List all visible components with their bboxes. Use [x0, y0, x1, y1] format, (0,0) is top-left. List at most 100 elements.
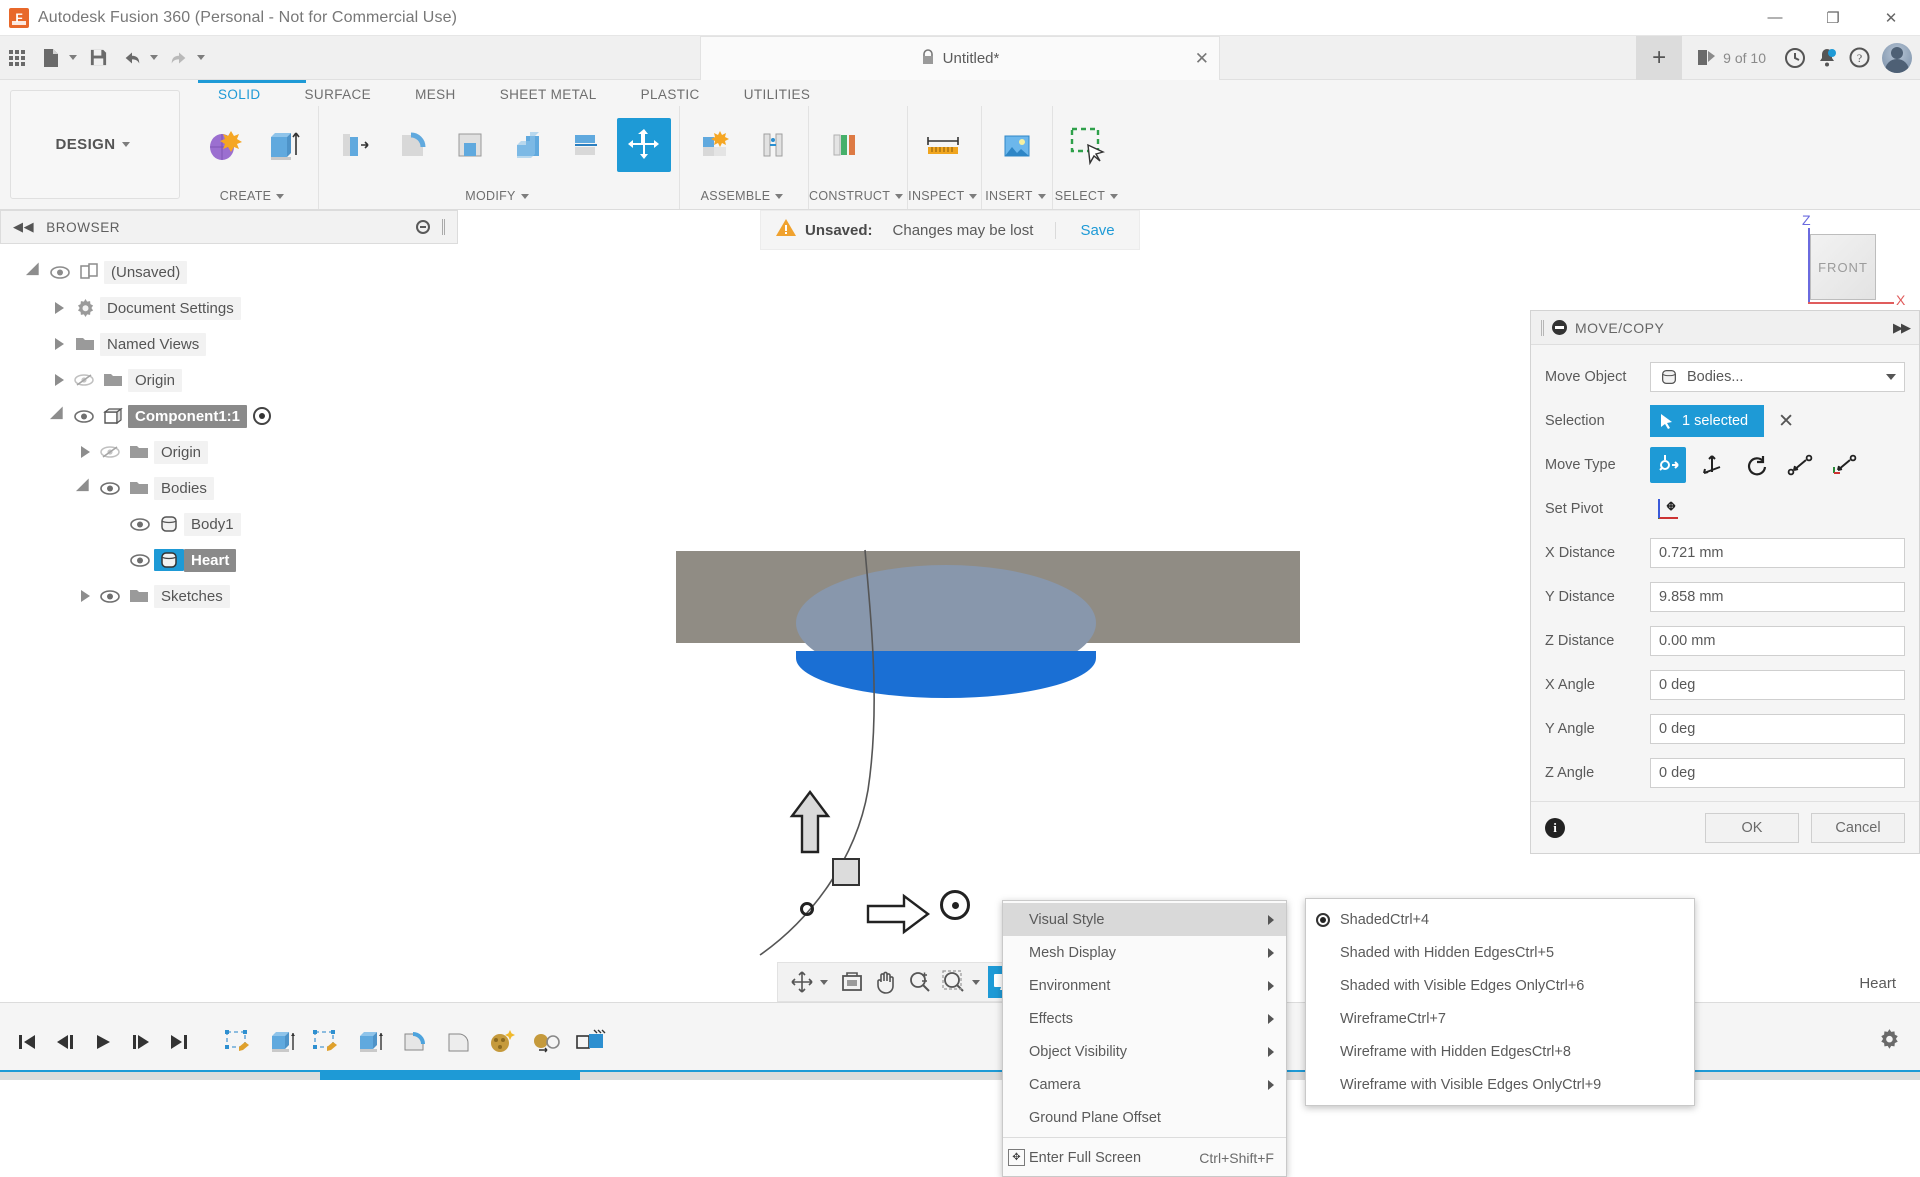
new-document-icon[interactable] — [34, 41, 68, 75]
insert-image-icon[interactable] — [990, 118, 1044, 172]
minimize-window-button[interactable]: — — [1746, 0, 1804, 36]
jobs-status[interactable]: 9 of 10 — [1684, 48, 1778, 68]
gizmo-origin[interactable] — [940, 890, 970, 920]
timeline-item-sketch[interactable] — [219, 1023, 257, 1061]
new-component-icon[interactable] — [688, 118, 742, 172]
draft-icon[interactable] — [501, 118, 555, 172]
chevron-down-icon[interactable] — [1886, 374, 1896, 380]
go-to-beginning-icon[interactable] — [8, 1023, 46, 1061]
visibility-hidden-icon[interactable] — [70, 373, 98, 387]
visual-style-wireframe[interactable]: Wireframe Ctrl+7 — [1306, 1002, 1694, 1035]
press-pull-icon[interactable] — [327, 118, 381, 172]
timeline-item-sketch-2[interactable] — [307, 1023, 345, 1061]
maximize-window-button[interactable]: ❐ — [1804, 0, 1862, 36]
timeline-item-extrude[interactable] — [263, 1023, 301, 1061]
measure-icon[interactable] — [916, 118, 970, 172]
tree-node-bodies[interactable]: Bodies — [0, 470, 458, 506]
visual-style-shaded[interactable]: Shaded Ctrl+4 — [1306, 903, 1694, 936]
move-type-free-move-button[interactable] — [1650, 447, 1686, 483]
set-pivot-icon[interactable] — [1650, 491, 1686, 527]
context-item-ground-plane-offset[interactable]: Ground Plane Offset — [1003, 1101, 1286, 1134]
look-at-icon[interactable] — [836, 966, 868, 998]
context-item-enter-full-screen[interactable]: ✥ Enter Full Screen Ctrl+Shift+F — [1003, 1141, 1286, 1174]
move-arrow-up-handle[interactable] — [788, 790, 832, 856]
tab-plastic[interactable]: PLASTIC — [619, 82, 722, 106]
document-tab[interactable]: Untitled* ✕ — [700, 36, 1220, 80]
tab-solid[interactable]: SOLID — [196, 82, 283, 106]
x-distance-input[interactable]: 0.721 mm — [1650, 538, 1905, 568]
chevron-down-icon[interactable] — [972, 980, 980, 985]
fillet-icon[interactable] — [385, 118, 439, 172]
selection-button[interactable]: 1 selected — [1650, 405, 1764, 437]
z-distance-input[interactable]: 0.00 mm — [1650, 626, 1905, 656]
expander-closed-icon[interactable] — [74, 446, 96, 458]
minimize-icon[interactable] — [1552, 320, 1567, 335]
visual-style-wireframe-hidden-edges[interactable]: Wireframe with Hidden Edges Ctrl+8 — [1306, 1035, 1694, 1068]
clear-selection-button[interactable]: ✕ — [1778, 410, 1794, 433]
visibility-hidden-icon[interactable] — [96, 445, 124, 459]
tree-node-named-views[interactable]: Named Views — [0, 326, 458, 362]
tab-mesh[interactable]: MESH — [393, 82, 478, 106]
chevron-down-icon[interactable] — [820, 980, 828, 985]
joint-icon[interactable] — [746, 118, 800, 172]
undo-icon[interactable] — [115, 41, 149, 75]
bell-icon[interactable] — [1812, 43, 1842, 73]
save-link[interactable]: Save — [1056, 222, 1138, 239]
move-type-point-to-position-button[interactable] — [1826, 447, 1862, 483]
visual-style-wireframe-visible-edges-only[interactable]: Wireframe with Visible Edges Only Ctrl+9 — [1306, 1068, 1694, 1101]
expander-closed-icon[interactable] — [48, 302, 70, 314]
rotate-handle-circle[interactable] — [800, 902, 814, 916]
timeline-item-move-copy-1[interactable] — [527, 1023, 565, 1061]
panel-label-insert[interactable]: INSERT — [982, 183, 1052, 209]
create-sketch-icon[interactable] — [198, 118, 252, 172]
redo-button[interactable] — [162, 41, 209, 75]
tree-node-origin-root[interactable]: Origin — [0, 362, 458, 398]
tab-surface[interactable]: SURFACE — [283, 82, 394, 106]
expander-closed-icon[interactable] — [74, 590, 96, 602]
move-arrow-right-handle[interactable] — [866, 892, 932, 936]
tree-node-component1[interactable]: Component1:1 — [0, 398, 458, 434]
timeline-scrollbar-thumb[interactable] — [320, 1072, 580, 1080]
expander-closed-icon[interactable] — [48, 338, 70, 350]
plane-handle-square[interactable] — [832, 858, 860, 886]
play-icon[interactable] — [84, 1023, 122, 1061]
tree-node-unsaved[interactable]: (Unsaved) — [0, 254, 458, 290]
visual-style-shaded-hidden-edges[interactable]: Shaded with Hidden Edges Ctrl+5 — [1306, 936, 1694, 969]
context-item-object-visibility[interactable]: Object Visibility — [1003, 1035, 1286, 1068]
help-icon[interactable]: ? — [1844, 43, 1874, 73]
chevron-down-icon[interactable] — [150, 55, 158, 60]
activate-component-radio[interactable] — [253, 407, 271, 425]
timeline-item-extrude-2[interactable] — [351, 1023, 389, 1061]
zoom-icon[interactable] — [904, 966, 936, 998]
dialog-drag-grip[interactable] — [1541, 320, 1544, 336]
redo-icon[interactable] — [162, 41, 196, 75]
visibility-eye-icon[interactable] — [96, 482, 124, 495]
visibility-eye-icon[interactable] — [126, 518, 154, 531]
tab-utilities[interactable]: UTILITIES — [722, 82, 833, 106]
y-distance-input[interactable]: 9.858 mm — [1650, 582, 1905, 612]
expander-closed-icon[interactable] — [48, 374, 70, 386]
close-window-button[interactable]: ✕ — [1862, 0, 1920, 36]
context-item-camera[interactable]: Camera — [1003, 1068, 1286, 1101]
collapse-left-icon[interactable]: ◀◀ — [13, 219, 34, 235]
expand-right-icon[interactable]: ▶▶ — [1893, 320, 1909, 336]
clock-icon[interactable] — [1780, 43, 1810, 73]
panel-label-assemble[interactable]: ASSEMBLE — [680, 183, 808, 209]
expander-open-icon[interactable] — [48, 407, 70, 425]
tree-node-origin-component[interactable]: Origin — [0, 434, 458, 470]
timeline-item-move-copy-2[interactable] — [571, 1023, 609, 1061]
tree-node-sketches[interactable]: Sketches — [0, 578, 458, 614]
tree-node-body1[interactable]: Body1 — [0, 506, 458, 542]
panel-label-modify[interactable]: MODIFY — [319, 183, 679, 209]
timeline-item-fillet[interactable] — [395, 1023, 433, 1061]
new-tab-button[interactable]: + — [1636, 36, 1682, 80]
pan-icon[interactable] — [870, 966, 902, 998]
panel-label-inspect[interactable]: INSPECT — [908, 183, 981, 209]
scale-icon[interactable] — [559, 118, 613, 172]
move-object-select[interactable]: Bodies... — [1650, 362, 1905, 392]
context-item-mesh-display[interactable]: Mesh Display — [1003, 936, 1286, 969]
move-copy-icon[interactable] — [617, 118, 671, 172]
expander-open-icon[interactable] — [74, 479, 96, 497]
app-grid-icon[interactable] — [0, 41, 34, 75]
view-cube[interactable]: Z X FRONT — [1758, 218, 1898, 318]
